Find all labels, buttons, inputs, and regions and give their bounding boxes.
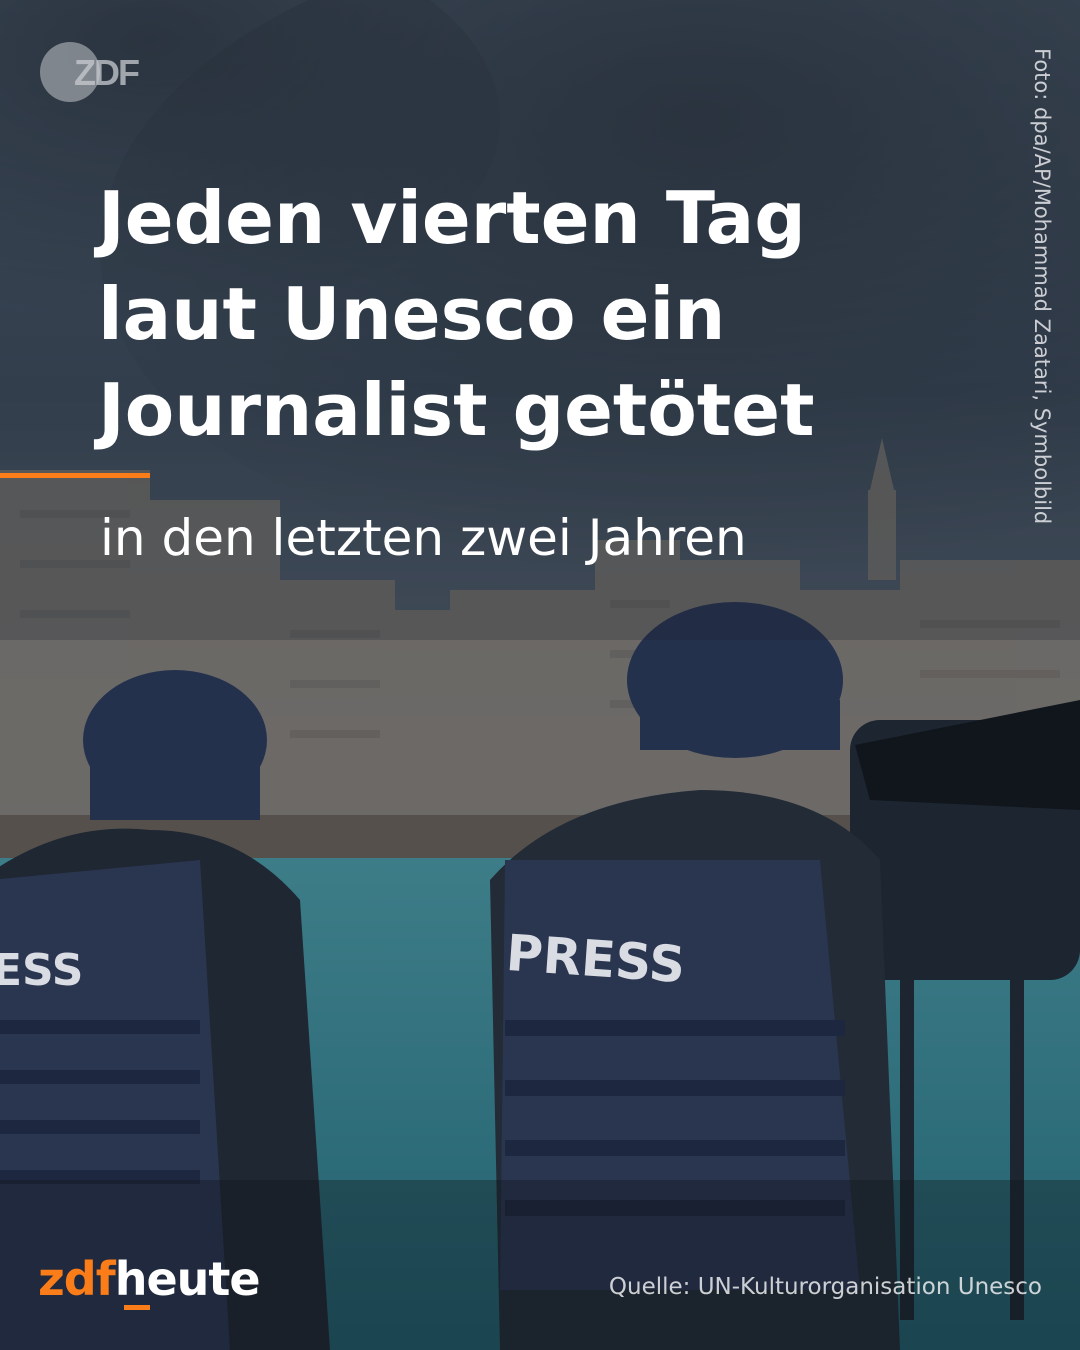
vest-left-label: ESS [0, 945, 83, 996]
zdf-logo-text: ZDF [74, 52, 140, 93]
accent-line [0, 473, 150, 478]
subline: in den letzten zwei Jahren [100, 509, 747, 567]
brand-zdf: zdf [38, 1252, 116, 1306]
post-image: ESS PRESS ZDF Jeden vierten Tag laut Une… [0, 0, 1080, 1350]
brand-heute: heute [114, 1252, 261, 1306]
zdfheute-brand: zdfheute [38, 1252, 261, 1306]
photo-credit: Foto: dpa/AP/Mohammad Zaatari, Symbolbil… [1030, 48, 1054, 525]
zdf-logo: ZDF [40, 42, 152, 102]
source-note: Quelle: UN-Kulturorganisation Unesco [608, 1274, 1042, 1300]
photo-credit-container: Foto: dpa/AP/Mohammad Zaatari, Symbolbil… [1024, 48, 1054, 608]
headline: Jeden vierten Tag laut Unesco ein Journa… [98, 176, 815, 452]
brand-underline [124, 1305, 150, 1310]
